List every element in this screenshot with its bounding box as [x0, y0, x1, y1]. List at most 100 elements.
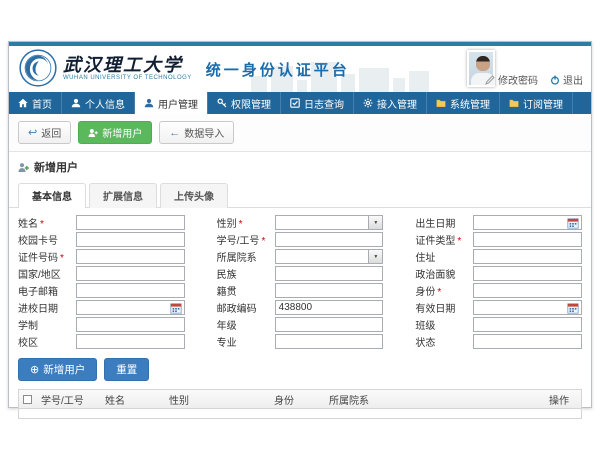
- field-input[interactable]: [76, 300, 185, 315]
- calendar-icon[interactable]: [170, 302, 182, 314]
- change-password-label: 修改密码: [498, 72, 538, 87]
- nav-item-0[interactable]: 首页: [9, 92, 62, 114]
- field-value: 438800: [279, 302, 312, 313]
- add-user-submit-button[interactable]: ⊕ 新增用户: [18, 358, 97, 381]
- field-input[interactable]: [473, 283, 582, 298]
- field-label: 姓名*: [18, 215, 76, 230]
- table-column-header: 所属院系: [329, 392, 549, 407]
- field-input[interactable]: [76, 249, 185, 264]
- nav-item-3[interactable]: 权限管理: [208, 92, 281, 114]
- key-icon: [217, 98, 227, 108]
- dropdown-arrow-icon[interactable]: ▼: [368, 250, 382, 263]
- field-label: 民族: [217, 266, 275, 281]
- tab-upload-avatar[interactable]: 上传头像: [160, 183, 228, 208]
- form-field: 身份*: [415, 283, 582, 298]
- form-field: 证件类型*: [415, 232, 582, 247]
- reset-button[interactable]: 重置: [104, 358, 149, 381]
- field-input[interactable]: ▼: [275, 215, 384, 230]
- table-column-header: 姓名: [105, 392, 169, 407]
- calendar-icon[interactable]: [567, 217, 579, 229]
- dropdown-arrow-icon[interactable]: ▼: [368, 216, 382, 229]
- tab-basic-info[interactable]: 基本信息: [18, 183, 86, 208]
- back-button[interactable]: ↩ 返回: [18, 121, 71, 144]
- nav-item-7[interactable]: 订阅管理: [500, 92, 573, 114]
- required-asterisk: *: [261, 236, 265, 247]
- form-field: 性别*▼: [217, 215, 384, 230]
- back-button-label: 返回: [41, 125, 61, 140]
- page-title: 统一身份认证平台: [206, 59, 350, 80]
- change-password-link[interactable]: 修改密码: [485, 72, 538, 87]
- form-field: 邮政编码 438800: [217, 300, 384, 315]
- form-field: 校区: [18, 334, 185, 349]
- field-input[interactable]: 438800: [275, 300, 384, 315]
- field-input[interactable]: [76, 232, 185, 247]
- required-asterisk: *: [437, 287, 441, 298]
- required-asterisk: *: [239, 219, 243, 230]
- home-icon: [18, 98, 28, 108]
- nav-item-label: 个人信息: [85, 96, 125, 111]
- add-user-toolbar-button[interactable]: 新增用户: [78, 121, 152, 144]
- field-input[interactable]: [76, 266, 185, 281]
- field-label: 进校日期: [18, 300, 76, 315]
- field-input[interactable]: [473, 300, 582, 315]
- data-import-button[interactable]: ← 数据导入: [159, 121, 234, 144]
- field-input[interactable]: [275, 283, 384, 298]
- field-label: 学号/工号*: [217, 232, 275, 247]
- add-user-toolbar-label: 新增用户: [102, 125, 142, 140]
- table-column-header: 操作: [549, 392, 581, 407]
- field-label: 证件类型*: [415, 232, 473, 247]
- page-header: 武汉理工大学 WUHAN UNIVERSITY OF TECHNOLOGY 统一…: [9, 46, 591, 92]
- field-label: 出生日期: [415, 215, 473, 230]
- form-field: 校园卡号: [18, 232, 185, 247]
- add-user-section-icon: [18, 162, 29, 173]
- field-input[interactable]: [275, 317, 384, 332]
- field-input[interactable]: [275, 266, 384, 281]
- field-input[interactable]: ▼: [275, 249, 384, 264]
- form-field: 电子邮箱: [18, 283, 185, 298]
- field-label: 学制: [18, 317, 76, 332]
- logout-link[interactable]: 退出: [550, 72, 583, 87]
- field-label: 国家/地区: [18, 266, 76, 281]
- data-import-label: 数据导入: [184, 125, 224, 140]
- nav-item-2-active[interactable]: 用户管理: [135, 92, 208, 114]
- field-label: 电子邮箱: [18, 283, 76, 298]
- power-icon: [550, 75, 560, 85]
- calendar-icon[interactable]: [567, 302, 579, 314]
- app-window: 武汉理工大学 WUHAN UNIVERSITY OF TECHNOLOGY 统一…: [8, 41, 592, 408]
- field-input[interactable]: [473, 317, 582, 332]
- nav-item-1[interactable]: 个人信息: [62, 92, 135, 114]
- user-form: 姓名*性别*▼出生日期校园卡号学号/工号*证件类型*证件号码*所属院系▼住址国家…: [9, 208, 591, 353]
- field-input[interactable]: [473, 249, 582, 264]
- field-input[interactable]: [76, 317, 185, 332]
- reset-button-label: 重置: [116, 362, 137, 377]
- form-field: 专业: [217, 334, 384, 349]
- person-icon: [71, 98, 81, 108]
- brand-block: 武汉理工大学 WUHAN UNIVERSITY OF TECHNOLOGY 统一…: [19, 49, 350, 87]
- field-input[interactable]: [76, 215, 185, 230]
- tab-extended-info[interactable]: 扩展信息: [89, 183, 157, 208]
- field-input[interactable]: [473, 266, 582, 281]
- form-field: 政治面貌: [415, 266, 582, 281]
- field-input[interactable]: [76, 283, 185, 298]
- field-input[interactable]: [275, 232, 384, 247]
- form-field: 出生日期: [415, 215, 582, 230]
- nav-item-4[interactable]: 日志查询: [281, 92, 354, 114]
- form-field: 班级: [415, 317, 582, 332]
- field-input[interactable]: [473, 215, 582, 230]
- nav-item-label: 订阅管理: [523, 96, 563, 111]
- form-field: 籍贯: [217, 283, 384, 298]
- field-label: 年级: [217, 317, 275, 332]
- select-all-checkbox[interactable]: [23, 395, 32, 404]
- field-input[interactable]: [473, 232, 582, 247]
- nav-item-6[interactable]: 系统管理: [427, 92, 500, 114]
- main-nav: 首页 个人信息用户管理 权限管理日志查询接入管理 系统管理 订阅管理: [9, 92, 591, 114]
- field-label: 邮政编码: [217, 300, 275, 315]
- nav-item-label: 权限管理: [231, 96, 271, 111]
- nav-item-5[interactable]: 接入管理: [354, 92, 427, 114]
- field-input[interactable]: [76, 334, 185, 349]
- field-input[interactable]: [473, 334, 582, 349]
- field-input[interactable]: [275, 334, 384, 349]
- nav-item-label: 系统管理: [450, 96, 490, 111]
- field-label: 身份*: [415, 283, 473, 298]
- form-field: 状态: [415, 334, 582, 349]
